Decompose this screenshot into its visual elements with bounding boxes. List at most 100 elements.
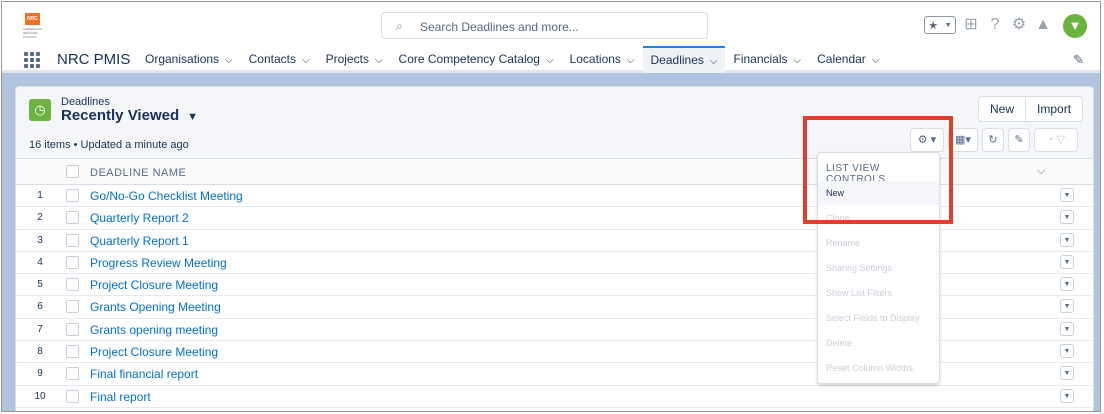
tab-label: Projects — [325, 52, 369, 66]
row-number: 1 — [37, 190, 43, 201]
row-action-menu[interactable]: ▼ — [1060, 299, 1074, 314]
row-number: 4 — [37, 256, 43, 268]
row-action-menu[interactable]: ▼ — [1060, 344, 1074, 359]
chevron-down-icon[interactable]: ⌵ — [302, 55, 310, 66]
row-checkbox[interactable] — [66, 278, 79, 292]
deadline-link[interactable]: Project Closure Meeting — [90, 345, 218, 359]
column-header-deadline-name[interactable]: DEADLINE NAME — [90, 167, 186, 179]
tab-label: Calendar — [817, 52, 866, 66]
chevron-down-icon[interactable]: ⌵ — [225, 55, 233, 66]
row-checkbox[interactable] — [66, 345, 79, 359]
nav-tabs: Organisations ⌵ Contacts ⌵ Projects ⌵ Core … — [137, 46, 887, 73]
table-icon: ▦▾ — [955, 134, 971, 146]
row-checkbox[interactable] — [66, 189, 79, 202]
deadline-link[interactable]: Grants opening meeting — [90, 323, 218, 337]
chevron-down-icon[interactable]: ⌵ — [710, 56, 718, 67]
row-number: 8 — [37, 346, 43, 358]
deadline-link[interactable]: Final financial report — [90, 367, 198, 381]
row-checkbox[interactable] — [66, 322, 79, 336]
deadline-object-icon: ◷ — [29, 99, 51, 121]
refresh-icon: ↻ — [988, 134, 998, 146]
row-number: 2 — [37, 212, 43, 224]
chevron-down-icon[interactable]: ⌵ — [1037, 165, 1045, 178]
logo-subtext: NORWEGIAN REFUGEE COUNCIL — [23, 27, 42, 39]
tab-locations[interactable]: Locations ⌵ — [562, 46, 643, 73]
chevron-down-icon[interactable]: ⌵ — [627, 55, 635, 66]
menu-item-reset-column-widths: Reset Column Widths — [826, 363, 914, 373]
menu-item-sharing-settings: Sharing Settings — [826, 263, 893, 273]
deadline-link[interactable]: Progress Review Meeting — [90, 256, 227, 270]
row-action-menu[interactable]: ▼ — [1060, 366, 1074, 381]
chart-icon: ◔ — [1046, 134, 1054, 146]
avatar[interactable]: ▼ — [1063, 14, 1087, 38]
help-icon[interactable]: ? — [986, 16, 1004, 34]
import-button[interactable]: Import — [1025, 97, 1082, 121]
deadline-link[interactable]: Go/No-Go Checklist Meeting — [90, 189, 243, 203]
new-button[interactable]: New — [979, 97, 1025, 121]
search-placeholder: Search Deadlines and more... — [420, 20, 579, 34]
tab-organisations[interactable]: Organisations ⌵ — [137, 46, 241, 73]
list-view-selector[interactable]: Recently Viewed ▼ — [61, 107, 198, 124]
global-header: NRC NORWEGIAN REFUGEE COUNCIL ⌕ Search D… — [2, 2, 1100, 46]
edit-nav-icon[interactable]: ✎ — [1073, 52, 1084, 68]
bell-icon[interactable]: ▲ — [1034, 16, 1052, 34]
tab-label: Core Competency Catalog — [398, 52, 540, 66]
refresh-button[interactable]: ↻ — [982, 128, 1004, 152]
global-search-input[interactable]: ⌕ Search Deadlines and more... — [381, 12, 708, 39]
list-meta: 16 items • Updated a minute ago — [29, 139, 189, 151]
row-action-menu[interactable]: ▼ — [1060, 254, 1074, 269]
menu-item-delete: Delete — [826, 338, 853, 348]
menu-item-show-list-filters: Show List Filters — [826, 288, 893, 298]
deadline-link[interactable]: Quarterly Report 1 — [90, 234, 189, 248]
tab-calendar[interactable]: Calendar ⌵ — [809, 46, 887, 73]
edit-list-button[interactable]: ✎ — [1008, 128, 1030, 152]
nrc-logo[interactable]: NRC NORWEGIAN REFUGEE COUNCIL — [23, 13, 49, 39]
navigation-bar: NRC PMIS Organisations ⌵ Contacts ⌵ Projec… — [2, 46, 1100, 73]
chevron-down-icon[interactable]: ⌵ — [546, 55, 554, 66]
row-action-menu[interactable]: ▼ — [1060, 232, 1074, 247]
chevron-down-icon: ▼ — [944, 21, 952, 29]
row-number: 7 — [37, 323, 43, 335]
select-all-checkbox[interactable] — [66, 165, 79, 178]
deadline-link[interactable]: Project Closure Meeting — [90, 278, 218, 292]
logo-mark: NRC — [25, 13, 40, 25]
deadline-link[interactable]: Grants Opening Meeting — [90, 300, 221, 314]
chevron-down-icon[interactable]: ⌵ — [794, 55, 802, 66]
app-name: NRC PMIS — [57, 51, 131, 68]
row-action-menu[interactable]: ▼ — [1060, 277, 1074, 292]
chevron-down-icon[interactable]: ⌵ — [872, 55, 880, 66]
row-checkbox[interactable] — [66, 255, 79, 269]
table-row: 10 Final report ▼ — [16, 386, 1093, 408]
charts-filter-group[interactable]: ◔ ▽ — [1034, 128, 1078, 152]
tab-financials[interactable]: Financials ⌵ — [725, 46, 809, 73]
tab-contacts[interactable]: Contacts ⌵ — [241, 46, 318, 73]
row-action-menu[interactable]: ▼ — [1060, 321, 1074, 336]
row-action-menu[interactable]: ▼ — [1060, 188, 1074, 202]
caret-down-icon: ▼ — [187, 111, 199, 123]
row-number: 10 — [34, 390, 46, 402]
favorites-button[interactable]: ★ ▼ — [924, 16, 956, 34]
tab-label: Contacts — [248, 52, 296, 66]
tab-projects[interactable]: Projects ⌵ — [318, 46, 391, 73]
menu-item-select-fields: Select Fields to Display — [826, 313, 920, 323]
row-checkbox[interactable] — [66, 367, 79, 381]
deadline-link[interactable]: Quarterly Report 2 — [90, 211, 189, 225]
row-checkbox[interactable] — [66, 300, 79, 314]
plus-icon[interactable]: ⊞ — [962, 16, 980, 34]
app-launcher-icon[interactable] — [24, 52, 40, 68]
deadline-link[interactable]: Final report — [90, 390, 151, 404]
row-checkbox[interactable] — [66, 211, 79, 225]
row-checkbox[interactable] — [66, 233, 79, 247]
row-action-menu[interactable]: ▼ — [1060, 210, 1074, 225]
action-button-group: New Import — [978, 96, 1084, 122]
star-icon: ★ — [928, 19, 939, 32]
tab-core-competency-catalog[interactable]: Core Competency Catalog ⌵ — [391, 46, 562, 73]
row-action-menu[interactable]: ▼ — [1060, 388, 1074, 403]
search-icon: ⌕ — [396, 19, 403, 33]
chevron-down-icon[interactable]: ⌵ — [375, 55, 383, 66]
tab-deadlines[interactable]: Deadlines ⌵ — [642, 46, 726, 73]
gear-icon[interactable]: ⚙ — [1010, 16, 1028, 34]
menu-item-rename: Rename — [826, 238, 861, 248]
row-checkbox[interactable] — [66, 389, 79, 403]
tab-label: Locations — [569, 52, 621, 66]
